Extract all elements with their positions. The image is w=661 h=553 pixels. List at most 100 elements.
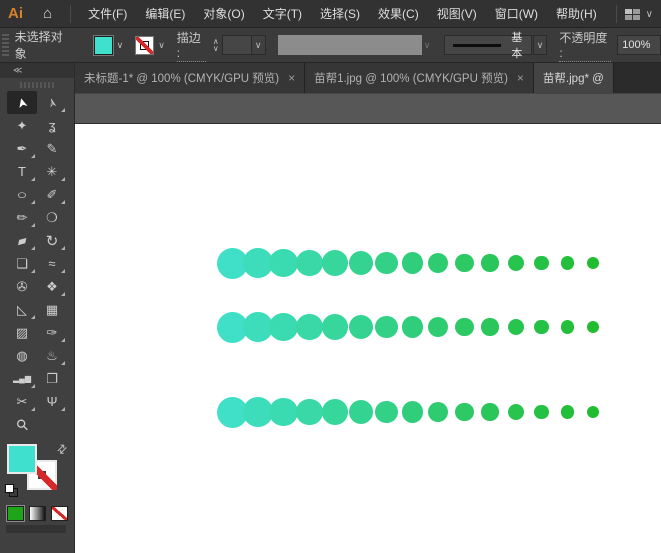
- artwork-dot-row3-7[interactable]: [375, 400, 399, 424]
- menu-item-2[interactable]: 对象(O): [194, 0, 253, 27]
- control-bar-grip[interactable]: [2, 32, 9, 58]
- menu-item-5[interactable]: 效果(C): [369, 0, 428, 27]
- artwork-dot-row3-11[interactable]: [481, 403, 499, 421]
- rotate-tool[interactable]: ↻: [37, 229, 67, 252]
- artwork-dot-row2-2[interactable]: [242, 312, 273, 342]
- artwork-dot-row1-8[interactable]: [401, 252, 424, 274]
- chevron-down-icon[interactable]: ∨: [250, 36, 265, 54]
- symbol-sprayer-tool[interactable]: ♨: [37, 344, 67, 367]
- artboard-canvas[interactable]: [75, 124, 661, 553]
- artwork-dot-row2-12[interactable]: [507, 318, 524, 336]
- artwork-dot-row2-11[interactable]: [481, 318, 499, 336]
- menu-item-8[interactable]: 帮助(H): [547, 0, 606, 27]
- document-tab-1[interactable]: 苗帮1.jpg @ 100% (CMYK/GPU 预览) ×: [305, 63, 534, 93]
- artwork-dot-row1-6[interactable]: [348, 250, 374, 276]
- eraser-tool[interactable]: ▰: [7, 229, 37, 252]
- collapse-panel-icon[interactable]: ≪: [0, 63, 74, 78]
- curvature-tool[interactable]: ✎: [37, 137, 67, 160]
- menu-item-4[interactable]: 选择(S): [311, 0, 369, 27]
- artwork-dot-row1-14[interactable]: [560, 256, 575, 270]
- artwork-dot-row3-9[interactable]: [428, 401, 449, 423]
- artwork-dot-row3-12[interactable]: [507, 403, 524, 421]
- artwork-dot-row1-9[interactable]: [428, 252, 449, 274]
- menu-item-6[interactable]: 视图(V): [428, 0, 486, 27]
- artwork-dot-row1-3[interactable]: [269, 248, 298, 278]
- menu-item-3[interactable]: 文字(T): [254, 0, 311, 27]
- artwork-dot-row3-8[interactable]: [401, 401, 424, 423]
- artwork-dot-row1-12[interactable]: [507, 254, 524, 272]
- none-button[interactable]: [51, 506, 68, 521]
- stepper-down-icon[interactable]: ∨: [213, 45, 219, 53]
- artwork-dot-row2-15[interactable]: [587, 321, 600, 333]
- shape-builder-tool[interactable]: ❖: [37, 275, 67, 298]
- artwork-dot-row2-6[interactable]: [348, 314, 374, 340]
- artwork-dot-row3-5[interactable]: [322, 399, 348, 425]
- artwork-dot-row2-7[interactable]: [375, 315, 399, 339]
- menu-item-0[interactable]: 文件(F): [79, 0, 136, 27]
- zoom-tool[interactable]: ⚲: [7, 413, 37, 436]
- pencil-tool[interactable]: ✏: [7, 206, 37, 229]
- panel-grip[interactable]: [20, 80, 54, 89]
- paintbrush-tool[interactable]: ✐: [37, 183, 67, 206]
- width-tool[interactable]: ≈: [37, 252, 67, 275]
- eyedropper-tool[interactable]: ✑: [37, 321, 67, 344]
- perspective-grid-tool[interactable]: ◺: [7, 298, 37, 321]
- artwork-dot-row2-5[interactable]: [322, 314, 348, 340]
- knife-tool[interactable]: ✂: [7, 390, 37, 413]
- artwork-dot-row2-10[interactable]: [454, 317, 474, 337]
- chevron-down-icon[interactable]: ∨: [533, 36, 547, 54]
- menu-item-7[interactable]: 窗口(W): [486, 0, 547, 27]
- chevron-down-icon[interactable]: ∨: [113, 40, 128, 51]
- artwork-dot-row2-9[interactable]: [428, 316, 449, 338]
- polar-grid-tool[interactable]: ✳: [37, 160, 67, 183]
- direct-selection-tool[interactable]: ➢: [37, 91, 67, 114]
- selection-tool[interactable]: ➤: [7, 91, 37, 114]
- artwork-dot-row3-3[interactable]: [269, 397, 298, 427]
- artwork-dot-row1-15[interactable]: [587, 257, 600, 269]
- artwork-dot-row1-10[interactable]: [454, 253, 474, 273]
- artboard-tool[interactable]: ❐: [37, 367, 67, 390]
- type-tool[interactable]: T: [7, 160, 37, 183]
- artwork-dot-row3-6[interactable]: [348, 399, 374, 425]
- default-fill-stroke-icon[interactable]: [5, 484, 18, 497]
- swap-fill-stroke-icon[interactable]: ⇄: [53, 440, 70, 457]
- artwork-dot-row1-2[interactable]: [242, 248, 273, 278]
- scale-tool[interactable]: ❏: [7, 252, 37, 275]
- artwork-dot-row2-3[interactable]: [269, 312, 298, 342]
- artwork-dot-row3-10[interactable]: [454, 402, 474, 422]
- artwork-dot-row2-14[interactable]: [560, 320, 575, 334]
- stroke-weight-label[interactable]: 描边 :: [176, 29, 206, 62]
- artwork-dot-row3-15[interactable]: [587, 406, 600, 418]
- artwork-dot-row2-4[interactable]: [295, 313, 323, 341]
- blend-tool[interactable]: ◍: [7, 344, 37, 367]
- chevron-down-icon[interactable]: ∨: [646, 9, 653, 20]
- hand-tool[interactable]: Ψ: [37, 390, 67, 413]
- home-icon[interactable]: ⌂: [33, 5, 62, 22]
- artwork-dot-row1-13[interactable]: [534, 255, 549, 271]
- blob-brush-tool[interactable]: ❍: [37, 206, 67, 229]
- puppet-warp-tool[interactable]: ✇: [7, 275, 37, 298]
- artwork-dot-row3-2[interactable]: [242, 397, 273, 427]
- chevron-down-icon[interactable]: ∨: [154, 40, 169, 51]
- pen-tool[interactable]: ✒: [7, 137, 37, 160]
- workspace-switcher-icon[interactable]: [624, 8, 640, 20]
- brush-definition-arrow[interactable]: ∨: [532, 35, 548, 55]
- opacity-label[interactable]: 不透明度 :: [559, 29, 612, 62]
- artwork-dot-row3-4[interactable]: [295, 398, 323, 426]
- artwork-dot-row2-13[interactable]: [534, 319, 549, 335]
- gradient-tool[interactable]: ▨: [7, 321, 37, 344]
- close-tab-icon[interactable]: ×: [288, 71, 295, 85]
- artwork-dot-row1-11[interactable]: [481, 254, 499, 272]
- ellipse-tool[interactable]: ○: [7, 183, 37, 206]
- artwork-dot-row2-8[interactable]: [401, 316, 424, 338]
- stroke-color-swatch[interactable]: [135, 35, 155, 55]
- column-graph-tool[interactable]: ▂▄▆: [7, 367, 37, 390]
- close-tab-icon[interactable]: ×: [517, 71, 524, 85]
- artwork-dot-row3-14[interactable]: [560, 405, 575, 419]
- menu-item-1[interactable]: 编辑(E): [136, 0, 194, 27]
- artwork-dot-row3-13[interactable]: [534, 404, 549, 420]
- lasso-tool[interactable]: ʓ: [37, 114, 67, 137]
- artwork-dot-row1-4[interactable]: [295, 249, 323, 277]
- stroke-weight-combo[interactable]: ∨: [221, 35, 266, 55]
- opacity-field[interactable]: 100%: [617, 35, 661, 55]
